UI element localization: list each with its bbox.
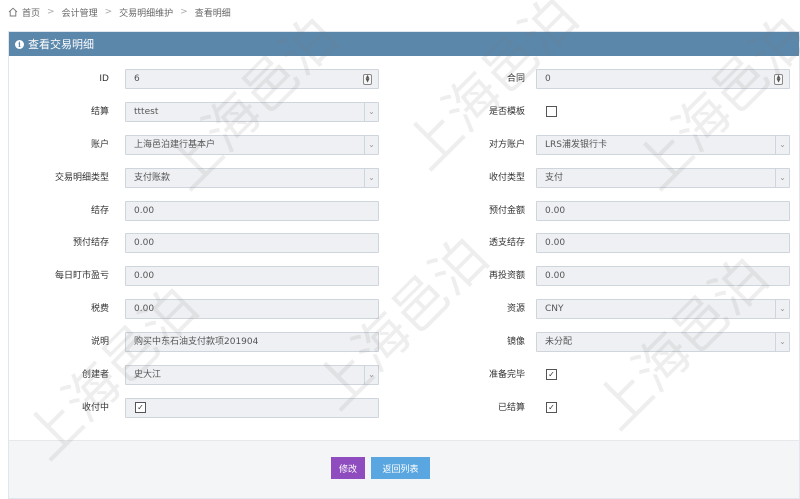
tax-field[interactable]: 0.00 [125,299,379,319]
prepay-amount-label: 预付金额 [488,206,525,216]
account-label: 账户 [90,140,109,150]
form-row-tax: 税费 0.00 资源 CNY ⌄ [9,299,799,319]
info-icon: i [15,39,24,49]
breadcrumb-txn-maintenance[interactable]: 交易明细维护 [119,6,173,19]
description-label: 说明 [90,337,109,347]
balance-label: 结存 [90,206,109,216]
panel-header: i 查看交易明细 [9,32,799,56]
breadcrumb: 首页 > 会计管理 > 交易明细维护 > 查看明细 [0,0,800,24]
chevron-down-icon[interactable]: ⌄ [364,366,378,384]
prepay-balance-field[interactable]: 0.00 [125,233,379,253]
chevron-down-icon[interactable]: ⌄ [364,136,378,154]
settlement-select[interactable]: tttest ⌄ [125,102,379,122]
txn-type-select[interactable]: 支付账款 ⌄ [125,168,379,188]
description-field[interactable]: 购买中东石油支付款项201904 [125,332,379,352]
form-row-daily-mtm: 每日盯市盈亏 0.00 再投资额 0.00 [9,266,799,286]
back-to-list-button[interactable]: 返回列表 [371,457,430,479]
reinvest-amount-label: 再投资额 [488,271,525,281]
form-row-description: 说明 购买中东石油支付款项201904 镜像 未分配 ⌄ [9,332,799,352]
contract-label: 合同 [506,74,525,84]
home-icon[interactable] [8,7,18,17]
counter-account-label: 对方账户 [488,140,525,150]
balance-field[interactable]: 0.00 [125,201,379,221]
chevron-down-icon[interactable]: ⌄ [364,103,378,121]
account-select[interactable]: 上海邑泊建行基本户 ⌄ [125,135,379,155]
pay-type-label: 收付类型 [488,173,525,183]
collecting-field [125,398,379,418]
form-row-balance: 结存 0.00 预付金额 0.00 [9,201,799,221]
chevron-down-icon[interactable]: ⌄ [775,169,789,187]
txn-type-label: 交易明细类型 [54,173,109,183]
chevron-down-icon[interactable]: ⌄ [775,300,789,318]
breadcrumb-separator: > [104,7,113,17]
is-template-checkbox[interactable] [546,106,557,117]
form-row-collecting: 收付中 ✓ 已结算 ✓ [9,398,799,418]
ready-checkbox[interactable]: ✓ [546,369,557,380]
prepay-balance-label: 预付结存 [72,238,109,248]
daily-mtm-field[interactable]: 0.00 [125,266,379,286]
chevron-down-icon[interactable]: ⌄ [775,333,789,351]
breadcrumb-accounting[interactable]: 会计管理 [62,6,98,19]
id-label: ID [99,74,109,84]
is-template-label: 是否模板 [488,107,525,117]
form-row-account: 账户 上海邑泊建行基本户 ⌄ 对方账户 LRS浦发银行卡 ⌄ [9,135,799,155]
form-row-id: ID 6 ▲ ▼ 合同 0 ▲ ▼ [9,69,799,89]
form-row-settlement: 结算 tttest ⌄ 是否模板 [9,102,799,122]
stepper-icon[interactable]: ▲ ▼ [363,74,372,85]
form-row-creator: 创建者 史大江 ⌄ 准备完毕 ✓ [9,365,799,385]
form-row-txn-type: 交易明细类型 支付账款 ⌄ 收付类型 支付 ⌄ [9,168,799,188]
stepper-icon[interactable]: ▲ ▼ [774,74,783,85]
ready-label: 准备完毕 [488,370,525,380]
contract-field[interactable]: 0 ▲ ▼ [536,69,790,89]
settlement-label: 结算 [90,107,109,117]
daily-mtm-label: 每日盯市盈亏 [54,271,109,281]
currency-select[interactable]: CNY ⌄ [536,299,790,319]
currency-label: 资源 [506,304,525,314]
form-row-prepay-balance: 预付结存 0.00 透支结存 0.00 [9,233,799,253]
settled-checkbox[interactable]: ✓ [546,402,557,413]
counter-account-select[interactable]: LRS浦发银行卡 ⌄ [536,135,790,155]
chevron-down-icon[interactable]: ⌄ [775,136,789,154]
creator-select[interactable]: 史大江 ⌄ [125,365,379,385]
breadcrumb-separator: > [47,7,55,17]
collecting-label: 收付中 [81,403,109,413]
reinvest-amount-field[interactable]: 0.00 [536,266,790,286]
breadcrumb-current: 查看明细 [194,8,231,19]
mirror-label: 镜像 [506,337,525,347]
chevron-down-icon[interactable]: ⌄ [364,169,378,187]
detail-panel: i 查看交易明细 ID 6 ▲ ▼ 合同 0 ▲ ▼ 结算 tttest ⌄ 是否模… [8,31,800,499]
overdraft-balance-label: 透支结存 [488,238,525,248]
prepay-amount-field[interactable]: 0.00 [536,201,790,221]
overdraft-balance-field[interactable]: 0.00 [536,233,790,253]
breadcrumb-home[interactable]: 首页 [22,6,40,19]
breadcrumb-separator: > [180,7,188,17]
pay-type-select[interactable]: 支付 ⌄ [536,168,790,188]
tax-label: 税费 [90,304,109,314]
form-footer: 修改 返回列表 [9,440,799,498]
collecting-checkbox[interactable]: ✓ [135,402,146,413]
mirror-select[interactable]: 未分配 ⌄ [536,332,790,352]
creator-label: 创建者 [81,370,109,380]
edit-button[interactable]: 修改 [331,457,365,479]
id-field[interactable]: 6 ▲ ▼ [125,69,379,89]
settled-label: 已结算 [497,403,525,413]
panel-title: 查看交易明细 [28,38,94,51]
